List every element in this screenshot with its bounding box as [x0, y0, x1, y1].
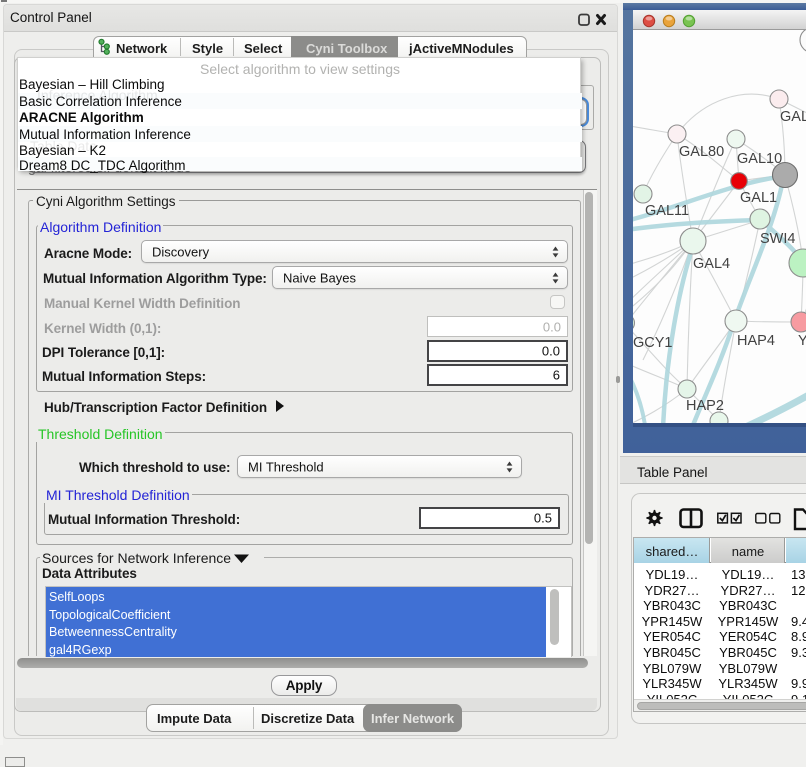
svg-text:GAL7: GAL7 — [780, 109, 806, 125]
svg-text:YE: YE — [798, 333, 806, 349]
svg-text:GAL10: GAL10 — [737, 151, 782, 167]
svg-text:SWI4: SWI4 — [760, 231, 795, 247]
svg-text:HAP2: HAP2 — [686, 398, 724, 414]
svg-text:GAL80: GAL80 — [679, 144, 724, 160]
svg-text:HAP4: HAP4 — [737, 333, 775, 349]
svg-text:GAL1: GAL1 — [740, 190, 777, 206]
svg-text:GCY1: GCY1 — [633, 335, 673, 351]
svg-text:GAL11: GAL11 — [645, 203, 689, 219]
svg-text:GAL4: GAL4 — [693, 256, 730, 272]
